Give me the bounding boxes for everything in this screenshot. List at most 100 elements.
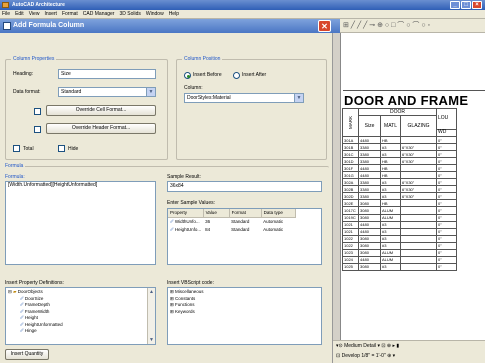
vbscript-tree[interactable]: ⊞ Miscellaneous ⊞ Constants ⊞ Functions …	[167, 287, 322, 345]
schedule-cell: 0"	[436, 150, 458, 159]
override-cell-checkbox[interactable]	[34, 108, 41, 115]
schedule-cell: 0"	[436, 220, 458, 229]
schedule-cell: 0"	[436, 206, 458, 215]
tree-node[interactable]: ␥ Hinge	[8, 328, 153, 335]
close-dialog-button[interactable]: ✕	[318, 20, 331, 32]
menu-item-edit[interactable]: Edit	[15, 11, 24, 17]
value-cell[interactable]: 84	[203, 226, 229, 234]
schedule-cell: 301A	[341, 135, 360, 145]
menu-item-insert[interactable]: Insert	[44, 11, 57, 17]
insert-after-radio[interactable]	[233, 72, 240, 79]
schedule-cell: 6"X30"	[400, 143, 438, 152]
schedule-cell: HB	[380, 199, 402, 208]
scroll-up-icon[interactable]: ▲	[148, 288, 155, 296]
schedule-cell: 1017C	[341, 206, 360, 215]
add-formula-column-dialog: Column Properties Heading: Size Data for…	[0, 33, 333, 363]
schedule-row: 301B 3380 #3 6"X30" 0"	[341, 143, 458, 152]
schedule-cell	[400, 220, 438, 229]
schedule-cell: 0"	[436, 178, 458, 187]
schedule-cell: 4480	[358, 171, 382, 180]
scroll-down-icon[interactable]: ▼	[148, 336, 155, 344]
schedule-cell: #3	[380, 220, 402, 229]
schedule-cell: 4480	[358, 164, 382, 173]
dialog-title: Add Formula Column	[13, 22, 85, 29]
schedule-cell	[400, 255, 438, 264]
property-icon: ␥	[20, 328, 24, 333]
hide-checkbox[interactable]	[58, 145, 65, 152]
schedule-cell: #3	[380, 150, 402, 159]
formula-textarea[interactable]: [Width.Unformatted][HeightUnformatted]	[5, 181, 156, 265]
override-header-format-button[interactable]: Override Header Format...	[46, 123, 156, 134]
table-row[interactable]: ␥ HeightUnfo... 84 Standard Automatic	[168, 226, 295, 234]
table-row[interactable]: ␥ WidthUnfo... 36 Standard Automatic	[168, 218, 295, 227]
lou-header: LOU	[436, 108, 458, 130]
schedule-cell: 302E	[341, 199, 360, 208]
schedule-cell: 3080	[358, 241, 382, 250]
schedule-row: 301C 3380 #3 6"X30" 0"	[341, 150, 458, 159]
property-icon: ␥	[20, 302, 24, 307]
schedule-cell	[400, 241, 438, 250]
schedule-row: 1019C 3080 ALUM 0"	[341, 213, 458, 222]
schedule-cell	[400, 262, 438, 271]
schedule-cell: 1019C	[341, 213, 360, 222]
schedule-cell: 3380	[358, 178, 382, 187]
heading-input[interactable]: Size	[58, 69, 156, 79]
insert-quantity-button[interactable]: Insert Quantity	[5, 349, 49, 360]
menu-item-window[interactable]: Window	[146, 11, 164, 17]
scrollbar[interactable]: ▲ ▼	[147, 288, 155, 344]
format-cell: Standard	[231, 227, 250, 232]
maximize-button[interactable]: □	[461, 1, 471, 9]
scale-indicator[interactable]: ⊡ Develop 1/8" = 1'-0" ⊕ ▾	[336, 353, 395, 359]
schedule-row: 302D 3380 #3 6"X30" 0"	[341, 192, 458, 201]
data-format-value: Standard	[61, 89, 82, 95]
property-icon: ␥	[20, 315, 24, 320]
data-format-select[interactable]: Standard ▼	[58, 87, 156, 97]
schedule-cell: 6"X30"	[400, 178, 438, 187]
column-position-group: Column Position Insert Before Insert Aft…	[176, 56, 327, 160]
total-checkbox[interactable]	[13, 145, 20, 152]
schedule-cell: #3	[380, 185, 402, 194]
menu-item-file[interactable]: File	[2, 11, 10, 17]
column-select[interactable]: DoorStyles:Material ▼	[184, 93, 304, 103]
close-app-button[interactable]: ×	[472, 1, 482, 9]
menu-item-format[interactable]: Format	[62, 11, 78, 17]
schedule-cell: 3380	[358, 157, 382, 166]
menu-item-help[interactable]: Help	[169, 11, 179, 17]
data-type-cell: Automatic	[263, 219, 284, 224]
menu-item-view[interactable]: View	[29, 11, 40, 17]
schedule-cell: 0"	[436, 241, 458, 250]
minimize-button[interactable]: _	[450, 1, 460, 9]
override-cell-format-button[interactable]: Override Cell Format...	[46, 105, 156, 116]
sample-values-table[interactable]: Property Value Format Data type ␥ WidthU…	[167, 208, 322, 265]
value-cell[interactable]: 36	[203, 218, 229, 227]
menu-bar: File Edit View Insert Format CAD Manager 3D So…	[0, 10, 485, 19]
menu-item-3d-solids[interactable]: 3D Solids	[119, 11, 140, 17]
schedule-title: DOOR AND FRAME	[344, 93, 469, 108]
property-icon: ␥	[20, 308, 24, 314]
detail-level[interactable]: ▾⊙ Medium Detail ▾ ⊡ ⊕ ▸ ▮	[336, 343, 399, 349]
app-title-bar: AutoCAD Architecture _ □ ×	[0, 0, 485, 10]
matl-header: MATL	[380, 115, 402, 137]
schedule-cell: 0"	[436, 185, 458, 194]
sample-result-label: Sample Result:	[167, 174, 201, 180]
schedule-cell: 0"	[436, 164, 458, 173]
draw-tools-icon[interactable]: ⊞ ╱ ╱ ╱ ⊸ ⊕ ○ □ ⌒ ○ ⌒ ○ ◦	[343, 22, 430, 29]
tree-node[interactable]: ⊞ Keywords	[170, 309, 319, 316]
schedule-row: 301A 4480 HB 0"	[341, 135, 458, 145]
schedule-cell: #3	[380, 143, 402, 152]
schedule-cell: 302A	[341, 178, 360, 187]
insert-before-radio[interactable]	[184, 72, 191, 79]
schedule-cell: HB	[380, 157, 402, 166]
schedule-cell: 6"X30"	[400, 185, 438, 194]
schedule-cell: 0"	[436, 192, 458, 201]
property-definitions-tree[interactable]: ⊟ ▰ DoorObjects ␥ DoorSize ␥ FrameDepth …	[5, 287, 156, 345]
menu-item-cad-manager[interactable]: CAD Manager	[83, 11, 115, 17]
data-type-cell: Automatic	[263, 227, 284, 232]
app-logo-icon	[2, 2, 9, 8]
override-header-checkbox[interactable]	[34, 126, 41, 133]
schedule-cell: 3080	[358, 199, 382, 208]
schedule-cell: 301G	[341, 171, 360, 180]
schedule-row: 301G 4480 HB 0"	[341, 171, 458, 180]
drawing-canvas[interactable]: DOOR AND FRAME MARK DOOR LOU Size MATL G…	[340, 33, 485, 340]
column-properties-group: Column Properties Heading: Size Data for…	[5, 56, 168, 160]
